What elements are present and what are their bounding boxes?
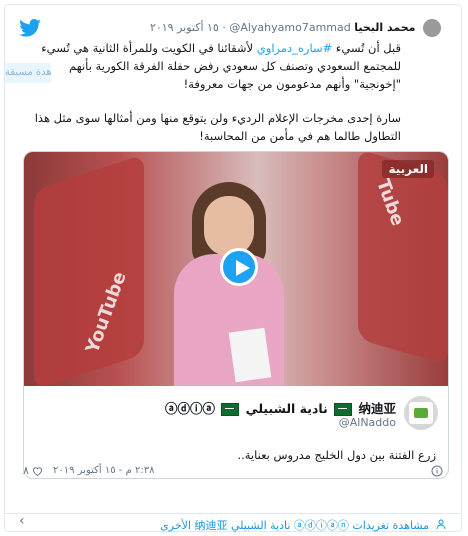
saudi-flag-icon: [334, 403, 353, 416]
tweet-paragraph-1: قبل أن تُسيء #ساره_دمراوي لأشقائنا في ال…: [41, 41, 401, 91]
tweet-text: قبل أن تُسيء #ساره_دمراوي لأشقائنا في ال…: [19, 39, 401, 161]
quoted-tweet[interactable]: YouTube Tube العربية 纳迪亚 نادية الشبيلي ⓐ…: [23, 151, 449, 479]
author-avatar[interactable]: [423, 19, 441, 37]
channel-logo: العربية: [382, 160, 434, 178]
like-count[interactable]: ٨: [23, 464, 43, 477]
heart-icon[interactable]: [32, 466, 43, 477]
like-count-value: ٨: [23, 464, 29, 477]
twitter-bird-icon[interactable]: [19, 19, 41, 37]
user-icon: [436, 519, 446, 530]
quoted-name-arabic: نادية الشبيلي: [245, 401, 328, 416]
footer-bar: ‹ مشاهدة تغريدات ⓐⓓⓘⓐⓝ نادية الشبيلي 纳迪亚…: [5, 513, 461, 534]
author-handle[interactable]: @Alyahyamo7ammad: [229, 21, 350, 34]
tweet-paragraph-2: سارة إحدى مخرجات الإعلام الرديء ولن يتوق…: [34, 111, 401, 143]
presenter-figure: [174, 182, 284, 386]
quoted-avatar[interactable]: [404, 396, 438, 430]
timestamp[interactable]: ٢:٣٨ م - ١٥ أكتوبر ٢٠١٩: [53, 465, 154, 476]
tweet-header: محمد البحيا @Alyahyamo7ammad · ١٥ أكتوبر…: [150, 19, 441, 37]
quoted-text: زرع الفتنة بين دول الخليج مدروس بعناية..: [237, 448, 436, 462]
tweet-time[interactable]: ١٥ أكتوبر ٢٠١٩: [150, 21, 219, 34]
quoted-name-cn: 纳迪亚: [358, 401, 396, 416]
quoted-name-suffix: ⓐⓓⓘⓐ: [164, 401, 215, 416]
chevron-left-icon[interactable]: ‹: [19, 513, 25, 529]
quoted-name[interactable]: 纳迪亚 نادية الشبيلي ⓐⓓⓘⓐ: [165, 398, 396, 417]
view-more-tweets-link[interactable]: مشاهدة تغريدات ⓐⓓⓘⓐⓝ نادية الشبيلي 纳迪亚 ا…: [160, 517, 445, 533]
quoted-handle[interactable]: @AlNaddo: [339, 416, 396, 429]
info-icon[interactable]: [431, 465, 443, 477]
hashtag-link[interactable]: #ساره_دمراوي: [257, 41, 332, 55]
play-icon[interactable]: [220, 248, 258, 286]
saudi-flag-icon: [221, 403, 240, 416]
quoted-author[interactable]: 纳迪亚 نادية الشبيلي ⓐⓓⓘⓐ @AlNaddo: [24, 396, 448, 436]
embedded-tweet-card: مشاهدة مسبقة محمد البحيا @Alyahyamo7amma…: [4, 4, 462, 532]
video-thumbnail[interactable]: YouTube Tube العربية: [24, 152, 448, 386]
author-name[interactable]: محمد البحيا: [354, 21, 415, 34]
